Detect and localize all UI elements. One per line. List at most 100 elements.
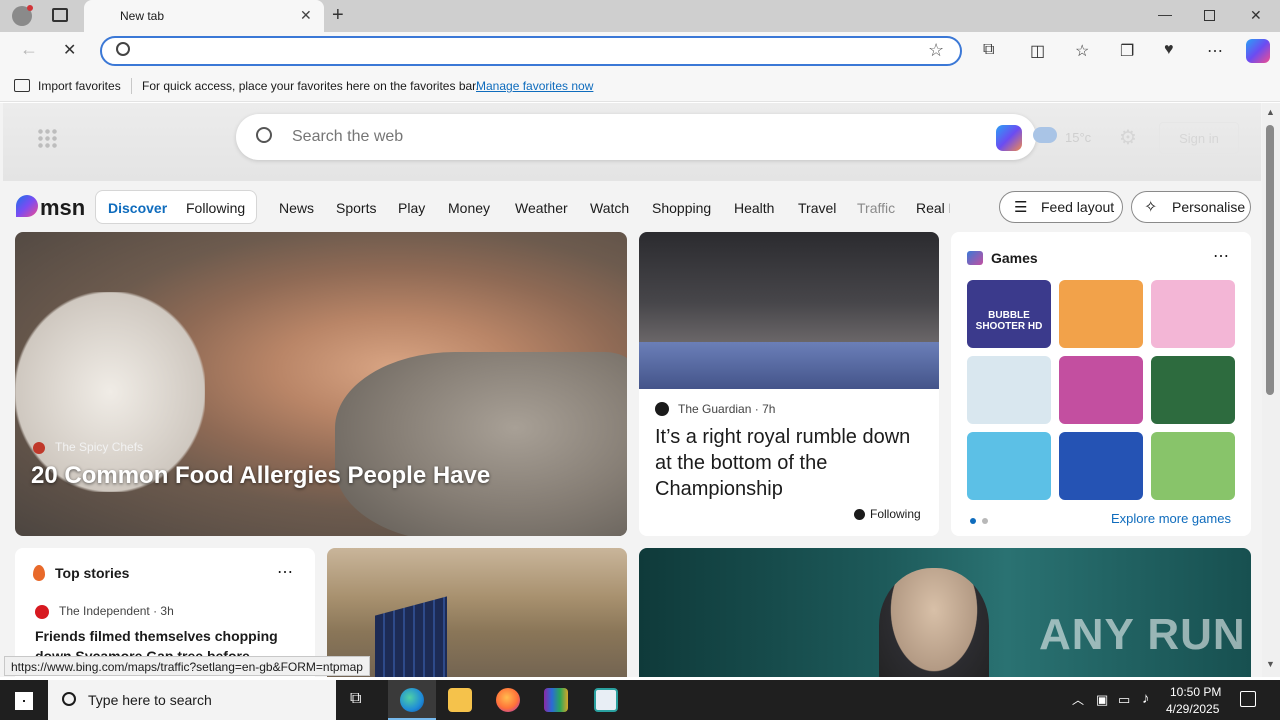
article-card-featured[interactable]: ANY RUN	[639, 548, 1251, 677]
article-card-solar[interactable]	[327, 548, 627, 677]
close-tab-icon[interactable]: ✕	[300, 7, 312, 24]
winrar-icon[interactable]	[544, 688, 568, 712]
article-card[interactable]: The Guardian · 7h It’s a right royal rum…	[639, 232, 939, 536]
tab-new-tab[interactable]: New tab ✕	[84, 0, 324, 32]
game-tile[interactable]	[967, 432, 1051, 500]
extensions-icon[interactable]: ⧉	[983, 41, 994, 59]
tab-discover[interactable]: Discover	[108, 200, 167, 216]
feed-layout-button[interactable]: ☰ Feed layout	[999, 191, 1123, 223]
game-tile[interactable]	[1059, 356, 1143, 424]
stop-loading-icon[interactable]: ✕	[63, 40, 76, 60]
favorite-star-icon[interactable]: ☆	[928, 40, 944, 61]
top-stories-title[interactable]: Top stories	[55, 565, 129, 581]
personalise-button[interactable]: ✧ Personalise	[1131, 191, 1251, 223]
copilot-search-icon[interactable]	[996, 125, 1022, 151]
scroll-thumb[interactable]	[1266, 125, 1274, 395]
scroll-up-arrow-icon[interactable]: ▲	[1266, 107, 1275, 117]
tab-title: New tab	[120, 9, 165, 23]
collections-icon[interactable]: ❐	[1120, 41, 1134, 61]
edge-icon[interactable]	[400, 688, 424, 712]
game-tile-bubble-shooter[interactable]: BUBBLE SHOOTER HD	[967, 280, 1051, 348]
search-icon	[116, 42, 130, 56]
game-tile[interactable]	[967, 356, 1051, 424]
sign-in-button[interactable]: Sign in	[1159, 122, 1239, 154]
nav-news[interactable]: News	[279, 200, 314, 216]
apps-grid-icon[interactable]	[37, 128, 57, 148]
hero-source: The Spicy Chefs	[55, 440, 144, 454]
game-tile-mahjong[interactable]	[1151, 356, 1235, 424]
sliders-icon: ☰	[1014, 199, 1028, 216]
hero-title[interactable]: 20 Common Food Allergies People Have	[31, 462, 490, 490]
manage-favorites-link[interactable]: Manage favorites now	[476, 79, 593, 93]
nav-money[interactable]: Money	[448, 200, 490, 216]
clock-time[interactable]: 10:50 PM	[1170, 685, 1221, 699]
top-stories-more-icon[interactable]: ⋯	[277, 562, 293, 582]
app-window-icon[interactable]	[594, 688, 618, 712]
address-bar[interactable]: ☆	[100, 36, 962, 66]
source-logo-icon	[655, 402, 669, 416]
search-icon	[62, 692, 76, 706]
settings-gear-icon[interactable]: ⚙	[1119, 125, 1137, 150]
web-search-box[interactable]: Search the web	[236, 114, 1036, 160]
following-label[interactable]: Following	[870, 507, 921, 521]
hero-image-blanket	[335, 352, 627, 536]
game-tile[interactable]	[1059, 280, 1143, 348]
copilot-icon[interactable]	[1246, 39, 1270, 63]
tab-following[interactable]: Following	[186, 200, 245, 216]
split-screen-icon[interactable]: ◫	[1030, 41, 1045, 61]
game-tile[interactable]	[1151, 432, 1235, 500]
page-scrollbar[interactable]: ▲ ▼	[1262, 103, 1280, 677]
carousel-dot[interactable]	[982, 518, 988, 524]
new-tab-icon[interactable]: +	[332, 4, 344, 27]
game-tile[interactable]	[1151, 280, 1235, 348]
task-view-icon[interactable]: ⧉	[350, 690, 361, 708]
notifications-icon[interactable]	[1240, 691, 1256, 707]
temperature[interactable]: 15°c	[1065, 130, 1091, 145]
nav-sports[interactable]: Sports	[336, 200, 376, 216]
firefox-icon[interactable]	[496, 688, 520, 712]
network-icon[interactable]: ▭	[1118, 692, 1130, 708]
tab-actions-icon[interactable]	[52, 8, 68, 22]
msn-logo-text[interactable]: msn	[40, 195, 85, 221]
carousel-dot-active[interactable]	[970, 518, 976, 524]
nav-travel[interactable]: Travel	[798, 200, 836, 216]
tray-chevron-icon[interactable]: ︿	[1072, 691, 1084, 708]
msn-logo-icon	[16, 195, 38, 217]
volume-icon[interactable]: ♪	[1142, 690, 1150, 707]
taskbar-search-box[interactable]: Type here to search	[48, 680, 336, 720]
article-age: 7h	[762, 402, 776, 416]
games-title[interactable]: Games	[991, 250, 1038, 266]
nav-traffic[interactable]: Traffic	[857, 200, 895, 216]
tray-app-icon[interactable]: ▣	[1096, 692, 1108, 708]
weather-icon[interactable]	[1033, 127, 1057, 143]
hero-article-card[interactable]: The Spicy Chefs 20 Common Food Allergies…	[15, 232, 627, 536]
anyrun-watermark: ANY RUN	[1039, 610, 1246, 659]
back-icon[interactable]: ←	[20, 39, 38, 60]
msn-nav-bar: msn Discover Following News Sports Play …	[0, 181, 1262, 233]
article-title[interactable]: It’s a right royal rumble down at the bo…	[655, 424, 925, 502]
restore-icon[interactable]	[1204, 10, 1215, 21]
minimize-icon[interactable]: —	[1158, 6, 1172, 22]
nav-health[interactable]: Health	[734, 200, 774, 216]
nav-weather[interactable]: Weather	[515, 200, 568, 216]
import-favorites-icon[interactable]	[14, 79, 30, 92]
nav-shopping[interactable]: Shopping	[652, 200, 711, 216]
games-more-options-icon[interactable]: ⋯	[1213, 246, 1229, 266]
file-explorer-icon[interactable]	[448, 688, 472, 712]
favorites-icon[interactable]: ☆	[1075, 41, 1089, 61]
game-tile-blocks[interactable]	[1059, 432, 1143, 500]
taskbar-search-input[interactable]: Type here to search	[88, 692, 212, 708]
explore-more-games-link[interactable]: Explore more games	[1111, 511, 1231, 526]
scroll-down-arrow-icon[interactable]: ▼	[1266, 659, 1275, 669]
clock-date[interactable]: 4/29/2025	[1166, 702, 1219, 716]
close-window-icon[interactable]: ✕	[1250, 7, 1262, 24]
import-favorites-button[interactable]: Import favorites	[38, 79, 121, 93]
favbar-hint: For quick access, place your favorites h…	[142, 79, 479, 93]
more-menu-icon[interactable]: ⋯	[1207, 41, 1223, 61]
windows-start-icon[interactable]	[15, 692, 33, 710]
nav-play[interactable]: Play	[398, 200, 425, 216]
web-search-input[interactable]: Search the web	[292, 128, 403, 146]
browser-essentials-icon[interactable]: ♥	[1164, 41, 1174, 59]
nav-real-estate[interactable]: Real E	[916, 200, 950, 216]
nav-watch[interactable]: Watch	[590, 200, 629, 216]
